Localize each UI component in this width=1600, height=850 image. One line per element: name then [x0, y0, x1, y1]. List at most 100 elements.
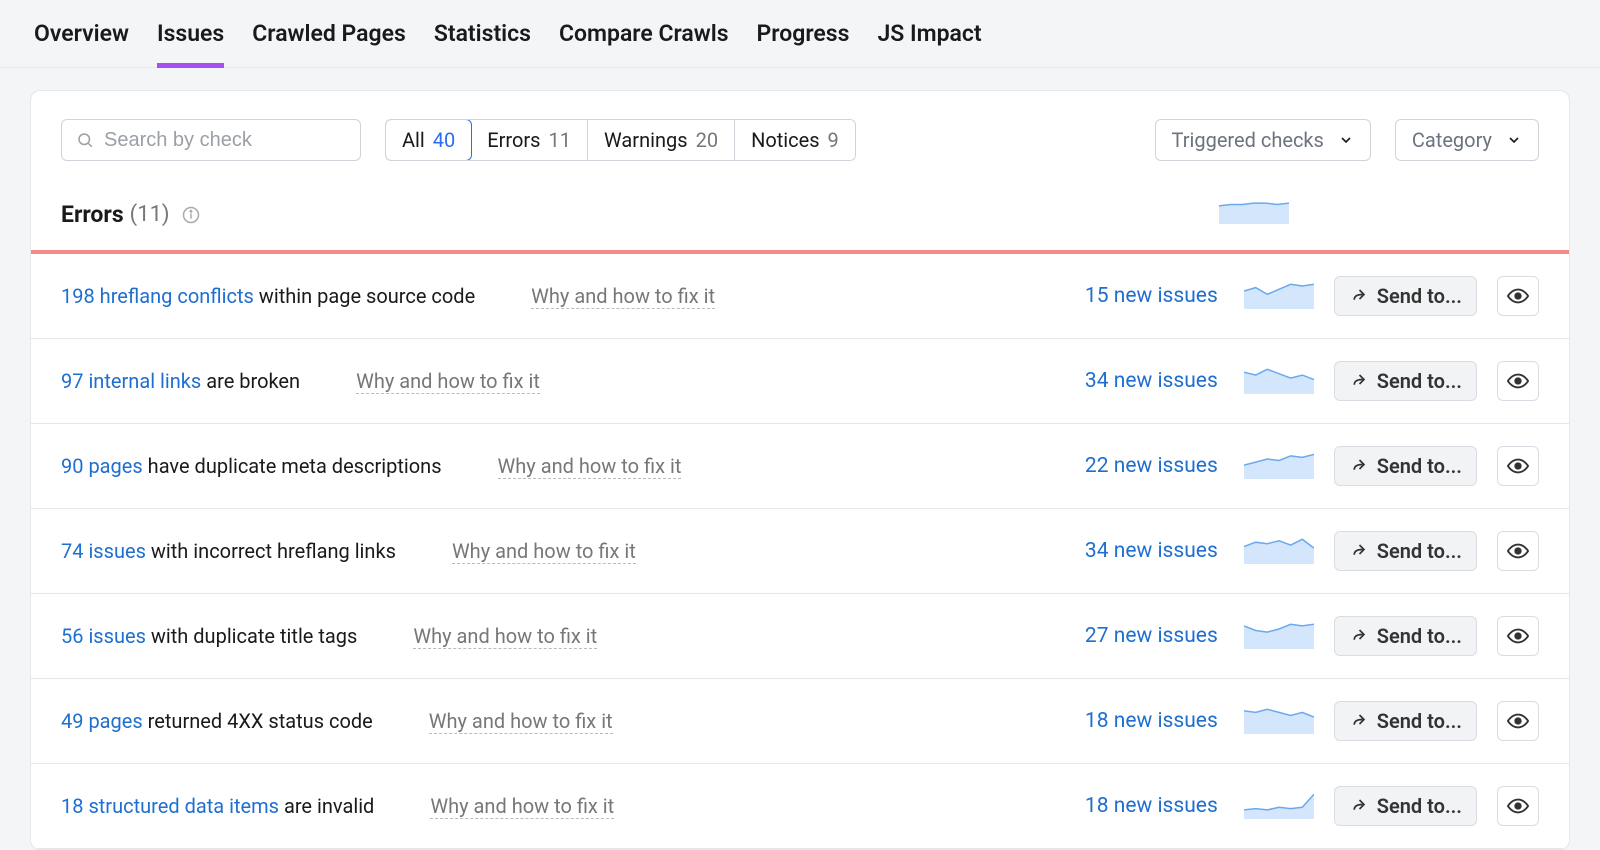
send-to-label: Send to...	[1377, 284, 1462, 308]
eye-icon	[1507, 540, 1529, 562]
eye-icon	[1507, 710, 1529, 732]
send-to-button[interactable]: Send to...	[1334, 531, 1477, 571]
eye-icon	[1507, 625, 1529, 647]
filter-notices[interactable]: Notices9	[735, 120, 855, 160]
filter-count: 9	[828, 128, 839, 152]
row-sparkline	[1244, 623, 1314, 649]
tab-statistics[interactable]: Statistics	[420, 0, 545, 67]
view-button[interactable]	[1497, 361, 1539, 401]
header-sparkline	[1219, 202, 1289, 228]
eye-icon	[1507, 285, 1529, 307]
eye-icon	[1507, 455, 1529, 477]
tab-progress[interactable]: Progress	[743, 0, 864, 67]
issue-link[interactable]: 97 internal links	[61, 369, 201, 393]
share-icon	[1349, 457, 1367, 475]
send-to-button[interactable]: Send to...	[1334, 616, 1477, 656]
controls-bar: All40Errors11 Warnings 20 Notices9 Triggere…	[31, 91, 1569, 179]
view-button[interactable]	[1497, 701, 1539, 741]
issue-title: 74 issues with incorrect hreflang links	[61, 539, 396, 563]
send-to-label: Send to...	[1377, 624, 1462, 648]
send-to-label: Send to...	[1377, 539, 1462, 563]
issue-link[interactable]: 49 pages	[61, 709, 143, 733]
share-icon	[1349, 797, 1367, 815]
why-fix-link[interactable]: Why and how to fix it	[498, 454, 682, 479]
issue-link[interactable]: 18 structured data items	[61, 794, 279, 818]
new-issues-link[interactable]: 22 new issues	[1085, 454, 1218, 478]
send-to-button[interactable]: Send to...	[1334, 701, 1477, 741]
share-icon	[1349, 372, 1367, 390]
send-to-button[interactable]: Send to...	[1334, 786, 1477, 826]
issue-link[interactable]: 90 pages	[61, 454, 143, 478]
issue-title: 49 pages returned 4XX status code	[61, 709, 373, 733]
issue-title: 97 internal links are broken	[61, 369, 300, 393]
dropdown-label: Category	[1412, 128, 1492, 152]
tab-overview[interactable]: Overview	[30, 0, 143, 67]
tab-crawled-pages[interactable]: Crawled Pages	[238, 0, 420, 67]
search-input[interactable]	[104, 129, 346, 152]
new-issues-link[interactable]: 18 new issues	[1085, 709, 1218, 733]
issue-rest: are broken	[201, 369, 300, 393]
issues-panel: All40Errors11 Warnings 20 Notices9 Triggere…	[30, 90, 1570, 850]
issue-row: 97 internal links are broken Why and how…	[31, 339, 1569, 424]
tab-compare-crawls[interactable]: Compare Crawls	[545, 0, 743, 67]
why-fix-link[interactable]: Why and how to fix it	[413, 624, 597, 649]
new-issues-link[interactable]: 34 new issues	[1085, 539, 1218, 563]
row-sparkline	[1244, 793, 1314, 819]
new-issues-link[interactable]: 27 new issues	[1085, 624, 1218, 648]
filter-segmented: All40Errors11 Warnings 20 Notices9	[385, 119, 856, 161]
filter-warnings[interactable]: Warnings 20	[588, 120, 735, 160]
tab-js-impact[interactable]: JS Impact	[863, 0, 995, 67]
issue-link[interactable]: 56 issues	[61, 624, 146, 648]
send-to-label: Send to...	[1377, 454, 1462, 478]
send-to-button[interactable]: Send to...	[1334, 446, 1477, 486]
filter-count: 20	[696, 128, 718, 152]
new-issues-link[interactable]: 15 new issues	[1085, 284, 1218, 308]
filter-label: Warnings	[604, 128, 688, 152]
filter-errors[interactable]: Errors11	[471, 120, 588, 160]
send-to-label: Send to...	[1377, 794, 1462, 818]
share-icon	[1349, 287, 1367, 305]
view-button[interactable]	[1497, 786, 1539, 826]
send-to-button[interactable]: Send to...	[1334, 276, 1477, 316]
filter-label: Errors	[487, 128, 540, 152]
why-fix-link[interactable]: Why and how to fix it	[429, 709, 613, 734]
view-button[interactable]	[1497, 276, 1539, 316]
tab-issues[interactable]: Issues	[143, 0, 238, 67]
issue-link[interactable]: 198 hreflang conflicts	[61, 284, 254, 308]
issue-row: 18 structured data items are invalid Why…	[31, 764, 1569, 849]
main-tabs: OverviewIssuesCrawled PagesStatisticsCom…	[0, 0, 1600, 68]
row-sparkline	[1244, 283, 1314, 309]
issue-rest: within page source code	[254, 284, 475, 308]
issue-rest: with duplicate title tags	[146, 624, 357, 648]
why-fix-link[interactable]: Why and how to fix it	[452, 539, 636, 564]
category-dropdown[interactable]: Category	[1395, 119, 1539, 161]
row-sparkline	[1244, 453, 1314, 479]
send-to-label: Send to...	[1377, 709, 1462, 733]
issue-rest: with incorrect hreflang links	[146, 539, 396, 563]
filter-all[interactable]: All40	[385, 119, 472, 161]
eye-icon	[1507, 370, 1529, 392]
issue-row: 74 issues with incorrect hreflang links …	[31, 509, 1569, 594]
view-button[interactable]	[1497, 616, 1539, 656]
row-sparkline	[1244, 368, 1314, 394]
search-box[interactable]	[61, 119, 361, 161]
info-icon[interactable]	[182, 206, 200, 224]
why-fix-link[interactable]: Why and how to fix it	[531, 284, 715, 309]
send-to-button[interactable]: Send to...	[1334, 361, 1477, 401]
issue-row: 198 hreflang conflicts within page sourc…	[31, 254, 1569, 339]
chevron-down-icon	[1338, 132, 1354, 148]
issue-link[interactable]: 74 issues	[61, 539, 146, 563]
view-button[interactable]	[1497, 531, 1539, 571]
issue-rest: have duplicate meta descriptions	[143, 454, 442, 478]
chevron-down-icon	[1506, 132, 1522, 148]
search-icon	[76, 131, 94, 149]
share-icon	[1349, 627, 1367, 645]
new-issues-link[interactable]: 34 new issues	[1085, 369, 1218, 393]
share-icon	[1349, 712, 1367, 730]
triggered-checks-dropdown[interactable]: Triggered checks	[1155, 119, 1371, 161]
row-sparkline	[1244, 708, 1314, 734]
view-button[interactable]	[1497, 446, 1539, 486]
filter-label: All	[402, 128, 425, 152]
why-fix-link[interactable]: Why and how to fix it	[356, 369, 540, 394]
new-issues-link[interactable]: 18 new issues	[1085, 794, 1218, 818]
